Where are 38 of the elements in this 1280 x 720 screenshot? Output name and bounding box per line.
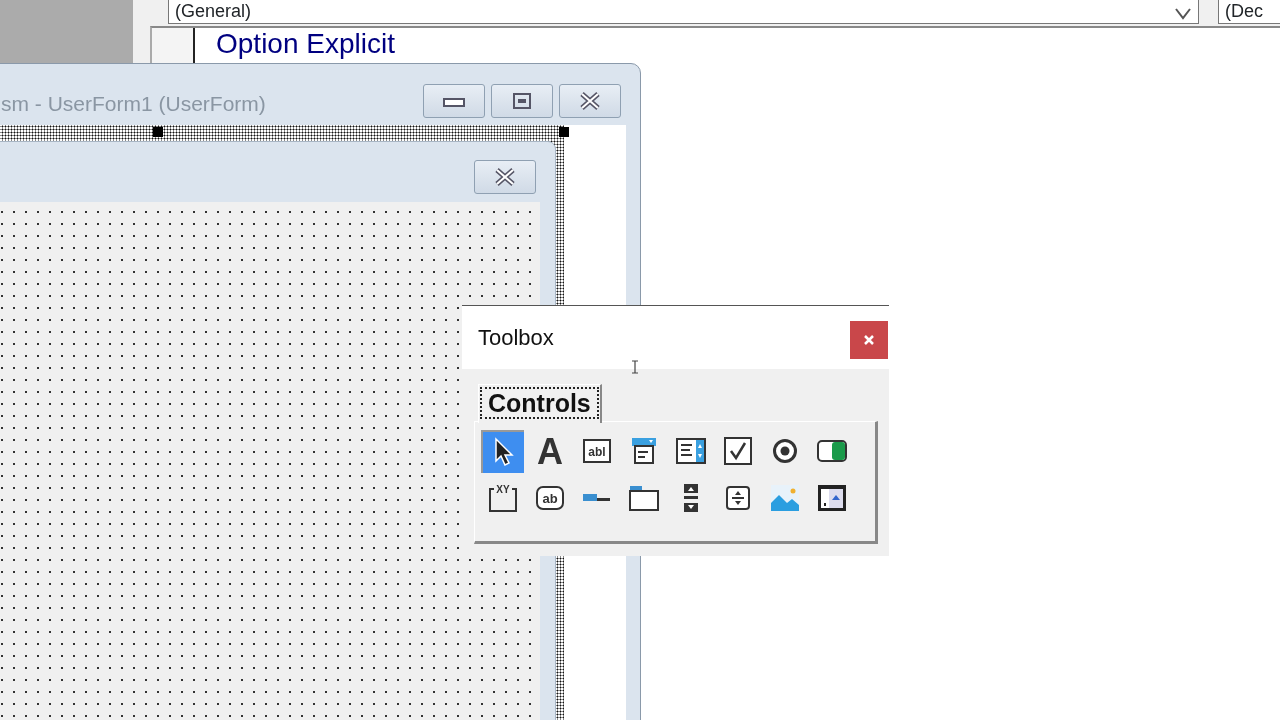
minimize-button[interactable]: [423, 84, 485, 118]
toggle-icon: [816, 440, 847, 462]
image-icon: [770, 485, 799, 511]
button-tool[interactable]: ab: [528, 476, 571, 520]
text-cursor-icon: [631, 359, 639, 374]
window-title: Toolbox: [478, 324, 554, 352]
close-button[interactable]: [559, 84, 621, 118]
close-button[interactable]: [474, 160, 536, 194]
scroll-bar-icon: [683, 484, 698, 512]
dropdown-arrow-icon[interactable]: [1174, 7, 1192, 22]
radio-button-icon: [771, 438, 798, 464]
resize-handle[interactable]: [153, 127, 163, 137]
code-line: Option Explicit: [216, 29, 395, 60]
resize-handle[interactable]: [559, 127, 569, 137]
checkbox-icon: [723, 437, 752, 465]
object-dropdown[interactable]: (General): [168, 0, 1199, 24]
label-icon: A: [534, 435, 565, 467]
restore-button[interactable]: [491, 84, 553, 118]
close-icon: [863, 333, 875, 346]
pointer-tool[interactable]: [481, 429, 524, 473]
procedure-dropdown[interactable]: (Dec: [1218, 0, 1280, 24]
window-title: sm - UserForm1 (UserForm): [1, 91, 266, 117]
tab[interactable]: Controls: [478, 384, 602, 423]
restore-icon: [512, 92, 532, 110]
frame-tool[interactable]: XY: [481, 476, 524, 520]
ref-edit-icon: [817, 485, 846, 511]
combobox-icon: [629, 437, 658, 465]
button-icon: ab: [535, 486, 564, 510]
folder-icon: [628, 485, 659, 511]
label-tool[interactable]: A: [528, 429, 571, 473]
listbox-icon: [675, 438, 706, 464]
close-icon: [494, 167, 516, 187]
spin-button-icon: [725, 486, 750, 510]
close-button[interactable]: [850, 320, 888, 359]
textbox-tool[interactable]: abl: [575, 429, 618, 473]
textbox-icon: abl: [582, 439, 611, 463]
tab-strip-icon: [582, 493, 611, 503]
close-icon: [579, 91, 601, 111]
